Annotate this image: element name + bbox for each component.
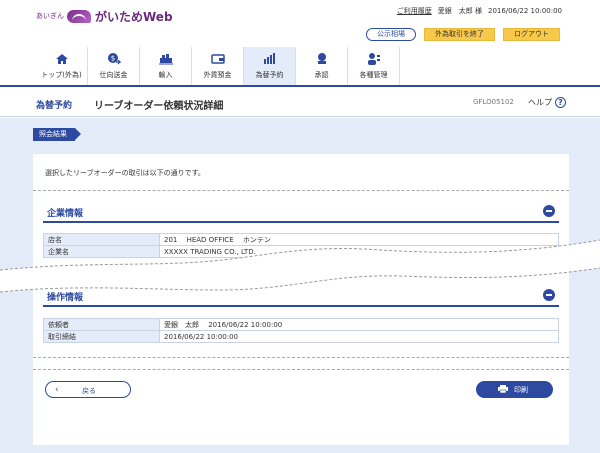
- divider: [33, 369, 569, 370]
- page-title: リーブオーダー依頼状況詳細: [94, 101, 224, 112]
- company-section-header: 企業情報: [43, 203, 559, 223]
- nav-label: トップ(外為): [41, 71, 82, 79]
- print-button[interactable]: 印刷: [476, 381, 553, 398]
- deposit-icon: [210, 54, 225, 64]
- torn-wave-divider: [0, 239, 600, 293]
- company-section-title: 企業情報: [47, 209, 84, 219]
- chevron-left-icon: ‹: [55, 385, 59, 395]
- help-link[interactable]: ヘルプ ?: [528, 97, 566, 108]
- page-title-bar: 為替予約 リーブオーダー依頼状況詳細 GFLO05102 ヘルプ ?: [0, 87, 600, 117]
- operation-table: 依頼者 愛銀 太郎 2016/06/22 10:00:00 取引締結 2016/…: [43, 318, 559, 343]
- top-header: あいぎん がいためWeb ご利用履歴 愛銀 太郎 様 2016/06/22 10…: [0, 0, 600, 46]
- end-forex-button[interactable]: 外為取引を終了: [424, 28, 495, 41]
- nav-item-deposit[interactable]: 外貨預金: [192, 47, 244, 85]
- section-name: 為替予約: [36, 101, 73, 111]
- nav-item-approval[interactable]: 承認: [296, 47, 348, 85]
- svg-text:$: $: [110, 55, 114, 63]
- remittance-icon: $: [107, 53, 121, 65]
- logo-prefix: あいぎん: [36, 12, 64, 20]
- user-name: 愛銀 太郎 様: [437, 7, 482, 15]
- row-value: 愛銀 太郎 2016/06/22 10:00:00: [159, 318, 559, 331]
- printer-icon: [498, 385, 508, 393]
- logo-name: がいためWeb: [95, 9, 173, 24]
- nav-item-remittance[interactable]: $ 仕向送金: [88, 47, 140, 85]
- nav-label: 承認: [314, 71, 329, 79]
- row-label: 依頼者: [43, 318, 160, 331]
- nav-item-import[interactable]: 輸入: [140, 47, 192, 85]
- import-icon: [158, 54, 173, 65]
- divider: [33, 357, 569, 358]
- divider: [33, 190, 569, 191]
- approval-icon: [317, 53, 326, 64]
- intro-text: 選択したリーブオーダーの取引は以下の通りです。: [45, 169, 205, 177]
- forex-contract-icon: [263, 53, 275, 64]
- help-label: ヘルプ: [528, 98, 552, 107]
- login-datetime: 2016/06/22 10:00:00: [487, 7, 562, 15]
- public-rates-button[interactable]: 公示相場: [366, 28, 416, 41]
- row-value: 2016/06/22 10:00:00: [159, 330, 559, 343]
- bank-logo[interactable]: あいぎん がいためWeb: [36, 8, 173, 24]
- table-row: 依頼者 愛銀 太郎 2016/06/22 10:00:00: [43, 318, 559, 331]
- logout-button[interactable]: ログアウト: [503, 28, 560, 41]
- logo-mark-icon: [67, 9, 91, 23]
- back-label: 戻る: [82, 387, 96, 395]
- detail-panel: 選択したリーブオーダーの取引は以下の通りです。 企業情報 店名 201 HEAD…: [33, 154, 569, 445]
- screen-code: GFLO05102: [473, 98, 514, 106]
- main-nav: トップ(外為) $ 仕向送金 輸入 外貨預金 為替予約 承認 各種管理: [36, 47, 400, 85]
- nav-item-top[interactable]: トップ(外為): [36, 47, 88, 85]
- nav-item-management[interactable]: 各種管理: [348, 47, 400, 85]
- row-label: 取引締結: [43, 330, 160, 343]
- help-icon: ?: [555, 97, 566, 108]
- back-button[interactable]: ‹ 戻る: [45, 381, 131, 398]
- nav-item-forex-contract[interactable]: 為替予約: [244, 47, 296, 85]
- collapse-icon[interactable]: [543, 205, 555, 217]
- nav-label: 仕向送金: [99, 71, 128, 79]
- nav-label: 為替予約: [255, 71, 284, 79]
- nav-label: 外貨預金: [203, 71, 232, 79]
- nav-label: 輸入: [158, 71, 173, 79]
- result-tab: 照会結果: [33, 128, 81, 141]
- utility-bar: ご利用履歴 愛銀 太郎 様 2016/06/22 10:00:00: [397, 6, 562, 16]
- nav-label: 各種管理: [359, 71, 388, 79]
- home-icon: [55, 54, 68, 64]
- header-buttons: 公示相場 外為取引を終了 ログアウト: [366, 28, 560, 41]
- print-label: 印刷: [514, 386, 528, 394]
- table-row: 取引締結 2016/06/22 10:00:00: [43, 330, 559, 343]
- management-icon: [367, 53, 380, 65]
- history-link[interactable]: ご利用履歴: [397, 6, 432, 16]
